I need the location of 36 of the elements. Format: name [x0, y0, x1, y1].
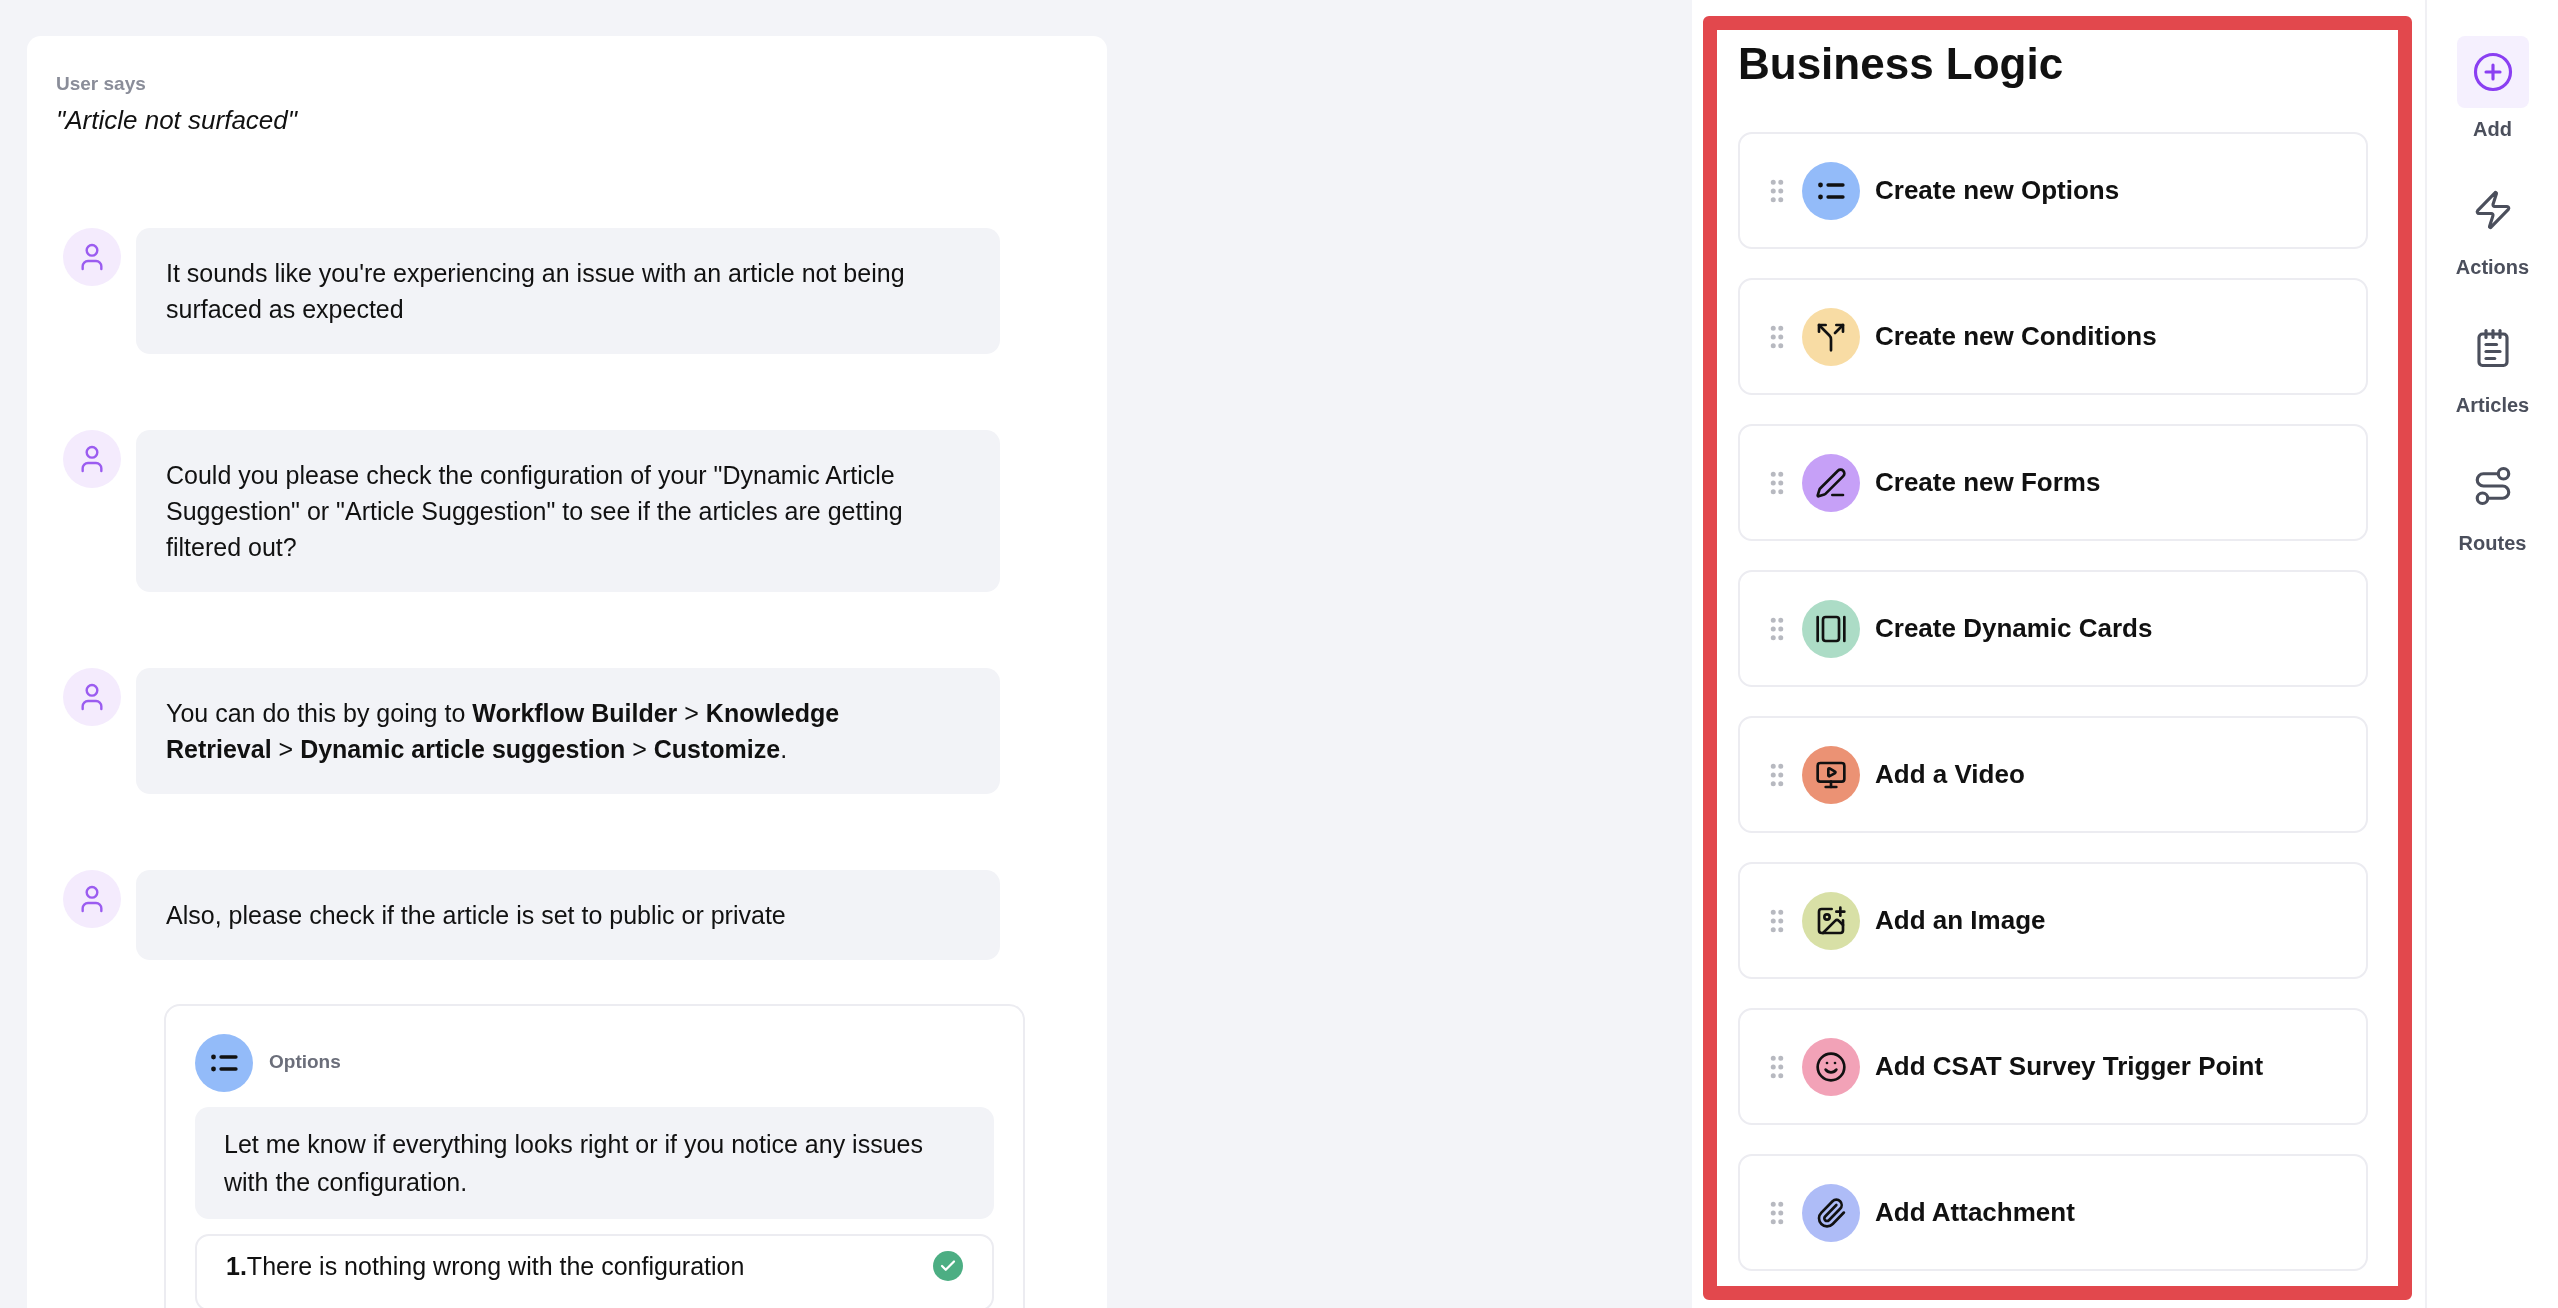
sidebar-button[interactable]: Articles: [2455, 312, 2530, 420]
pen-icon: [1815, 466, 1847, 499]
logic-item[interactable]: Add CSAT Survey Trigger Point: [1738, 1008, 2368, 1125]
user-says-label: User says: [56, 72, 147, 96]
message-text: Also, please check if the article is set to public or private: [166, 900, 786, 929]
logic-item[interactable]: Add Attachment: [1738, 1154, 2368, 1271]
item-label: Create new Conditions: [1875, 320, 2157, 353]
logic-item[interactable]: Add a Video: [1738, 716, 2368, 833]
paperclip-icon: [1815, 1196, 1847, 1229]
panel-title: Business Logic: [1738, 38, 2065, 90]
user-quote: "Article not surfaced": [56, 103, 299, 137]
item-label: Create Dynamic Cards: [1875, 612, 2153, 645]
options-title: Options: [269, 1050, 341, 1075]
option-text: 1.There is nothing wrong with the configuration: [226, 1250, 745, 1282]
add-icon: [2471, 51, 2514, 93]
logic-item[interactable]: Create Dynamic Cards: [1738, 570, 2368, 687]
logic-item[interactable]: Add an Image: [1738, 862, 2368, 979]
options-message: Let me know if everything looks right or if you notice any issues with the configuration.: [195, 1106, 994, 1219]
message-text: It sounds like you're experiencing an issue with an article not being surfaced as expected: [166, 258, 905, 323]
message-text: You can do this by going to Workflow Builder > Knowledge Retrieval > Dynamic article suggestion > Customize.: [166, 698, 840, 763]
logic-item[interactable]: Create new Forms: [1738, 424, 2368, 541]
message-text: Could you please check the configuration of your "Dynamic Article Suggestion" or "Article Suggestion" to see if the articles are getting filtered out?: [166, 460, 903, 561]
logic-item[interactable]: Create new Options: [1738, 132, 2368, 249]
item-label: Add Attachment: [1875, 1196, 2075, 1229]
image-plus-icon: [1815, 904, 1847, 937]
smiley-icon: [1815, 1050, 1847, 1083]
item-label: Create new Options: [1875, 174, 2120, 207]
option-row[interactable]: 1.There is nothing wrong with the configuration: [195, 1233, 994, 1308]
sidebar-button[interactable]: Actions: [2455, 174, 2530, 282]
item-label: Create new Forms: [1875, 466, 2101, 499]
sidebar-button[interactable]: Add: [2456, 36, 2529, 144]
logic-item[interactable]: Create new Conditions: [1738, 278, 2368, 395]
item-label: Add CSAT Survey Trigger Point: [1875, 1050, 2264, 1083]
sidebar-button[interactable]: Routes: [2456, 450, 2529, 558]
item-label: Add an Image: [1875, 904, 2046, 937]
item-label: Add a Video: [1875, 758, 2025, 791]
